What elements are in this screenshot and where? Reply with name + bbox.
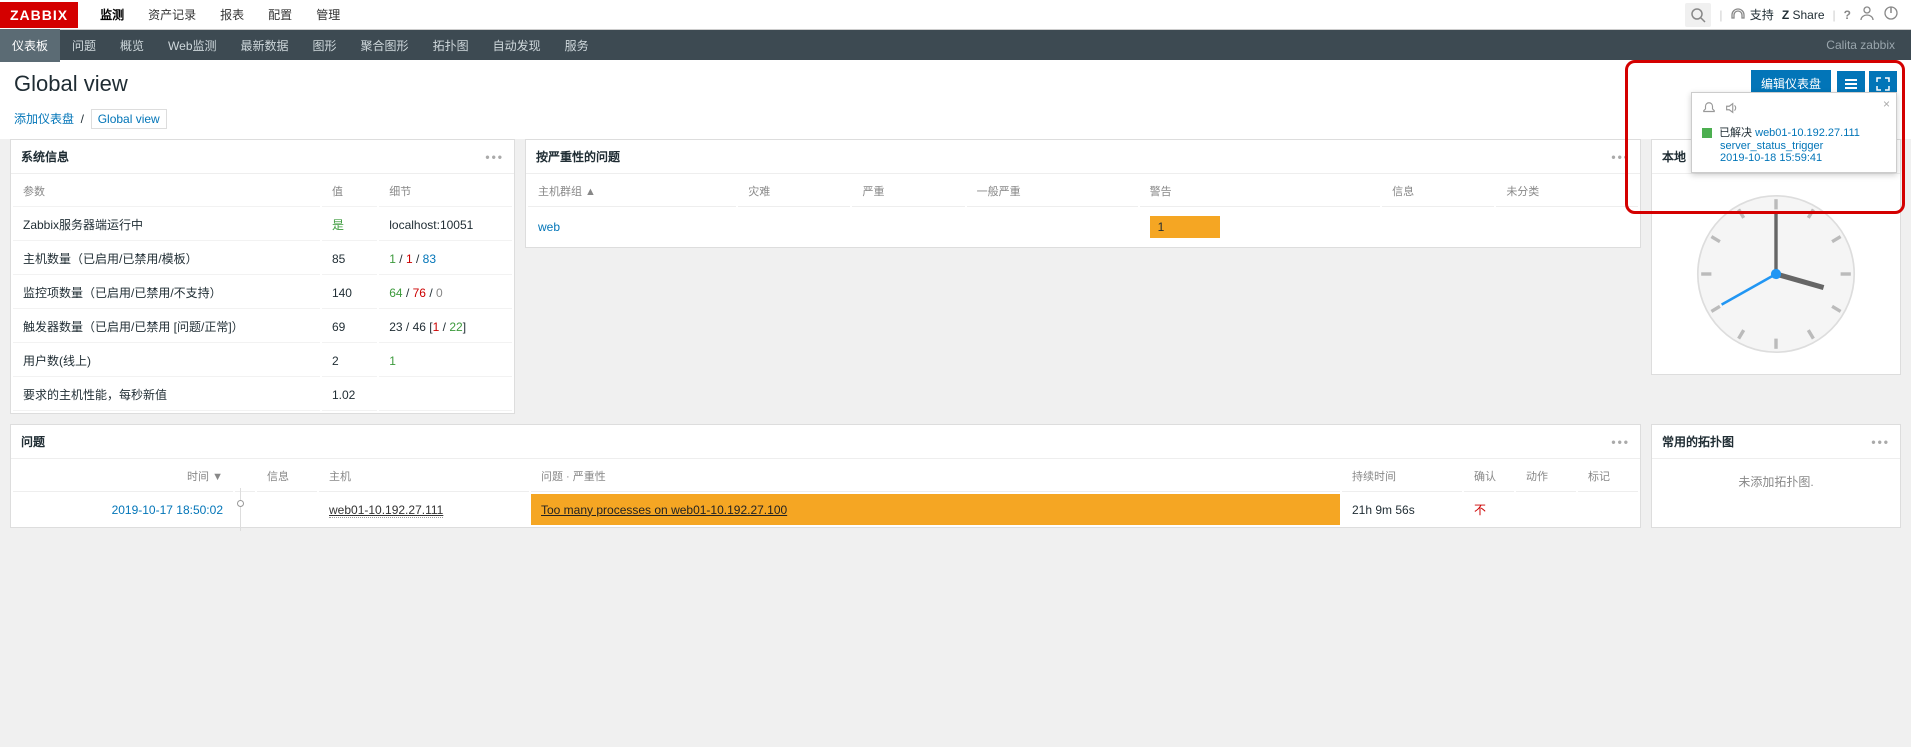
hostgroup-link[interactable]: web [538,220,560,234]
power-icon[interactable] [1883,5,1899,24]
topnav-item[interactable]: 监测 [88,0,136,30]
notif-time-link[interactable]: 2019-10-18 15:59:41 [1720,152,1822,164]
sev-col: 一般严重 [967,176,1138,207]
maps-widget: 常用的拓扑图 ••• 未添加拓扑图. [1651,424,1901,528]
share-link[interactable]: Z Share [1782,8,1825,22]
sub-nav: 仪表板问题概览Web监测最新数据图形聚合图形拓扑图自动发现服务 Calita z… [0,30,1911,60]
topnav-item[interactable]: 管理 [304,0,352,30]
problem-time[interactable]: 2019-10-17 18:50:02 [112,503,223,517]
clock-title: 本地 [1662,148,1686,165]
col-duration: 持续时间 [1342,461,1462,492]
notif-line1: 已解决 web01-10.192.27.111 [1702,124,1886,140]
sev-col: 警告 [1140,176,1380,207]
notif-trigger-link[interactable]: server_status_trigger [1720,140,1823,152]
problems-widget: 问题 ••• 时间 ▼ 信息 主机 问题 · 严重性 持续时间 确认 动作 标记… [10,424,1641,528]
subnav-item[interactable]: 聚合图形 [349,29,421,62]
clock-widget: 本地 ••• [1651,139,1901,375]
subnav-item[interactable]: 仪表板 [0,29,60,62]
user-icon[interactable] [1859,5,1875,24]
col-problem: 问题 · 严重性 [531,461,1340,492]
warn-count[interactable]: 1 [1150,216,1220,238]
problem-link[interactable]: Too many processes on web01-10.192.27.10… [541,503,787,517]
subnav-item[interactable]: 服务 [553,29,601,62]
clock-face [1691,189,1861,359]
topnav-item[interactable]: 报表 [208,0,256,30]
close-icon[interactable]: × [1883,97,1890,111]
subnav-item[interactable]: 自动发现 [481,29,553,62]
logo[interactable]: ZABBIX [0,2,78,28]
sev-col: 严重 [852,176,964,207]
sysinfo-row: 触发器数量（已启用/已禁用 [问题/正常]）6923 / 46 [1 / 22] [13,311,512,343]
support-link[interactable]: 支持 [1730,6,1773,24]
severity-title: 按严重性的问题 [536,148,620,165]
maps-empty: 未添加拓扑图. [1652,459,1900,504]
notification-popup: × 已解决 web01-10.192.27.111 server_status_… [1691,92,1897,173]
col-time[interactable]: 时间 ▼ [13,461,233,492]
search-icon[interactable] [1685,3,1711,27]
col-ack: 确认 [1464,461,1514,492]
subnav-item[interactable]: 问题 [60,29,108,62]
sysinfo-row: 主机数量（已启用/已禁用/模板）851 / 1 / 83 [13,243,512,275]
breadcrumb-add[interactable]: 添加仪表盘 [14,112,74,126]
widget-menu-icon[interactable]: ••• [1871,435,1890,449]
bell-icon[interactable] [1702,101,1716,118]
col-info: 信息 [257,461,317,492]
col-param: 参数 [13,176,320,207]
sev-col: 未分类 [1496,176,1638,207]
top-right: | 支持 Z Share | ? [1685,3,1911,27]
problem-duration: 21h 9m 56s [1342,494,1462,525]
col-tags: 标记 [1578,461,1638,492]
subnav-item[interactable]: 最新数据 [229,29,301,62]
system-info-widget: 系统信息 ••• 参数 值 细节 Zabbix服务器端运行中是localhost… [10,139,515,414]
topnav-item[interactable]: 资产记录 [136,0,208,30]
sev-col: 灾难 [738,176,850,207]
sev-col[interactable]: 主机群组 ▲ [528,176,736,207]
subnav-item[interactable]: Web监测 [156,29,228,62]
sev-col: 信息 [1382,176,1494,207]
sysinfo-row: 用户数(线上)21 [13,345,512,377]
widget-menu-icon[interactable]: ••• [1611,435,1630,449]
top-nav: ZABBIX 监测资产记录报表配置管理 | 支持 Z Share | ? [0,0,1911,30]
widget-menu-icon[interactable]: ••• [1611,150,1630,164]
breadcrumb-current[interactable]: Global view [98,112,160,126]
sysinfo-title: 系统信息 [21,148,69,165]
sound-icon[interactable] [1724,101,1738,118]
problem-host[interactable]: web01-10.192.27.111 [329,503,443,518]
breadcrumb: 添加仪表盘 / Global view [0,103,1911,139]
page-header: Global view 编辑仪表盘 [0,60,1911,103]
sysinfo-row: 要求的主机性能，每秒新值1.02 [13,379,512,411]
problem-row: 2019-10-17 18:50:02 web01-10.192.27.111 … [13,494,1638,525]
sysinfo-row: Zabbix服务器端运行中是localhost:10051 [13,209,512,241]
current-user[interactable]: Calita zabbix [1826,38,1911,52]
status-square-icon [1702,128,1712,138]
problem-ack[interactable]: 不 [1474,503,1486,517]
col-actions: 动作 [1516,461,1576,492]
widget-menu-icon[interactable]: ••• [485,150,504,164]
sysinfo-row: 监控项数量（已启用/已禁用/不支持）14064 / 76 / 0 [13,277,512,309]
subnav-item[interactable]: 概览 [108,29,156,62]
col-detail: 细节 [379,176,512,207]
top-menu: 监测资产记录报表配置管理 [88,0,352,30]
notif-host-link[interactable]: web01-10.192.27.111 [1755,127,1860,139]
col-value: 值 [322,176,377,207]
col-host: 主机 [319,461,529,492]
subnav-item[interactable]: 图形 [301,29,349,62]
subnav-item[interactable]: 拓扑图 [421,29,481,62]
topnav-item[interactable]: 配置 [256,0,304,30]
help-icon[interactable]: ? [1844,8,1851,22]
severity-widget: 按严重性的问题 ••• 主机群组 ▲灾难严重一般严重警告信息未分类 web 1 [525,139,1641,248]
maps-title: 常用的拓扑图 [1662,433,1734,450]
problems-title: 问题 [21,433,45,450]
page-title: Global view [14,71,128,97]
